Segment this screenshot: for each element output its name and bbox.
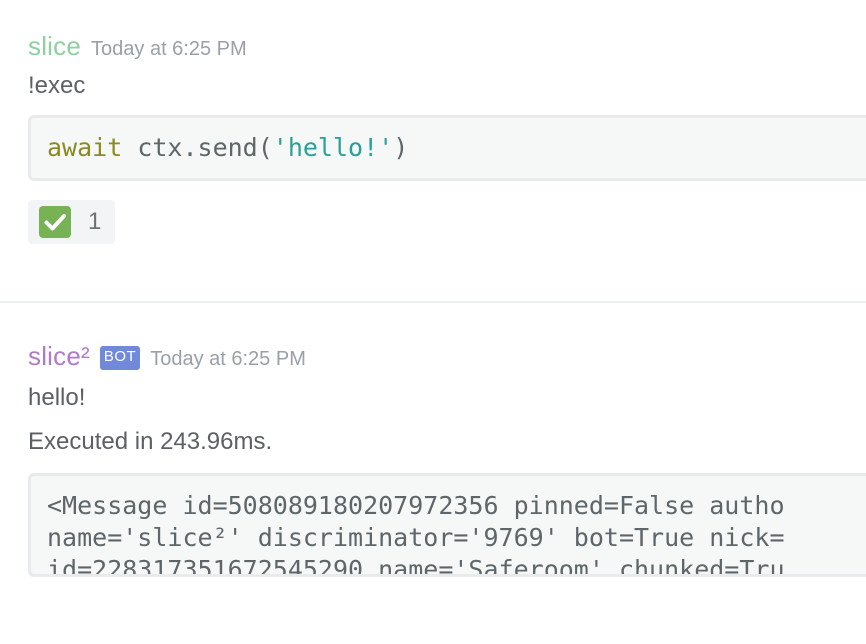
code-line: name='slice²' discriminator='9769' bot=T… — [47, 523, 785, 552]
message-group-bot: slice² BOT Today at 6:25 PM hello! Execu… — [28, 341, 866, 577]
code-text-end: ) — [393, 133, 409, 162]
code-line: <Message id=508089180207972356 pinned=Fa… — [47, 491, 785, 520]
code-block: <Message id=508089180207972356 pinned=Fa… — [28, 473, 866, 577]
author-name[interactable]: slice² — [28, 341, 90, 372]
code-line: id=228317351672545290 name='Saferoom' ch… — [47, 555, 785, 577]
message-group-slice: slice Today at 6:25 PM !exec await ctx.s… — [28, 31, 866, 244]
white-check-mark-icon — [39, 206, 71, 238]
code-block: await ctx.send('hello!') — [28, 115, 866, 181]
message-header: slice Today at 6:25 PM — [28, 31, 866, 62]
message-header: slice² BOT Today at 6:25 PM — [28, 341, 866, 374]
message-content: hello! — [28, 384, 86, 411]
message-divider — [0, 301, 866, 303]
code-text: ctx.send( — [122, 133, 273, 162]
code-string: 'hello!' — [272, 133, 394, 162]
reaction-button[interactable]: 1 — [28, 200, 116, 244]
message-timestamp[interactable]: Today at 6:25 PM — [91, 38, 247, 61]
message-content: Executed in 243.96ms. — [28, 428, 273, 455]
message-content: !exec — [28, 72, 86, 99]
reaction-count: 1 — [88, 208, 102, 235]
message-timestamp[interactable]: Today at 6:25 PM — [150, 348, 306, 371]
code-keyword: await — [47, 133, 123, 162]
author-name[interactable]: slice — [28, 31, 81, 62]
bot-tag-badge: BOT — [99, 346, 141, 370]
